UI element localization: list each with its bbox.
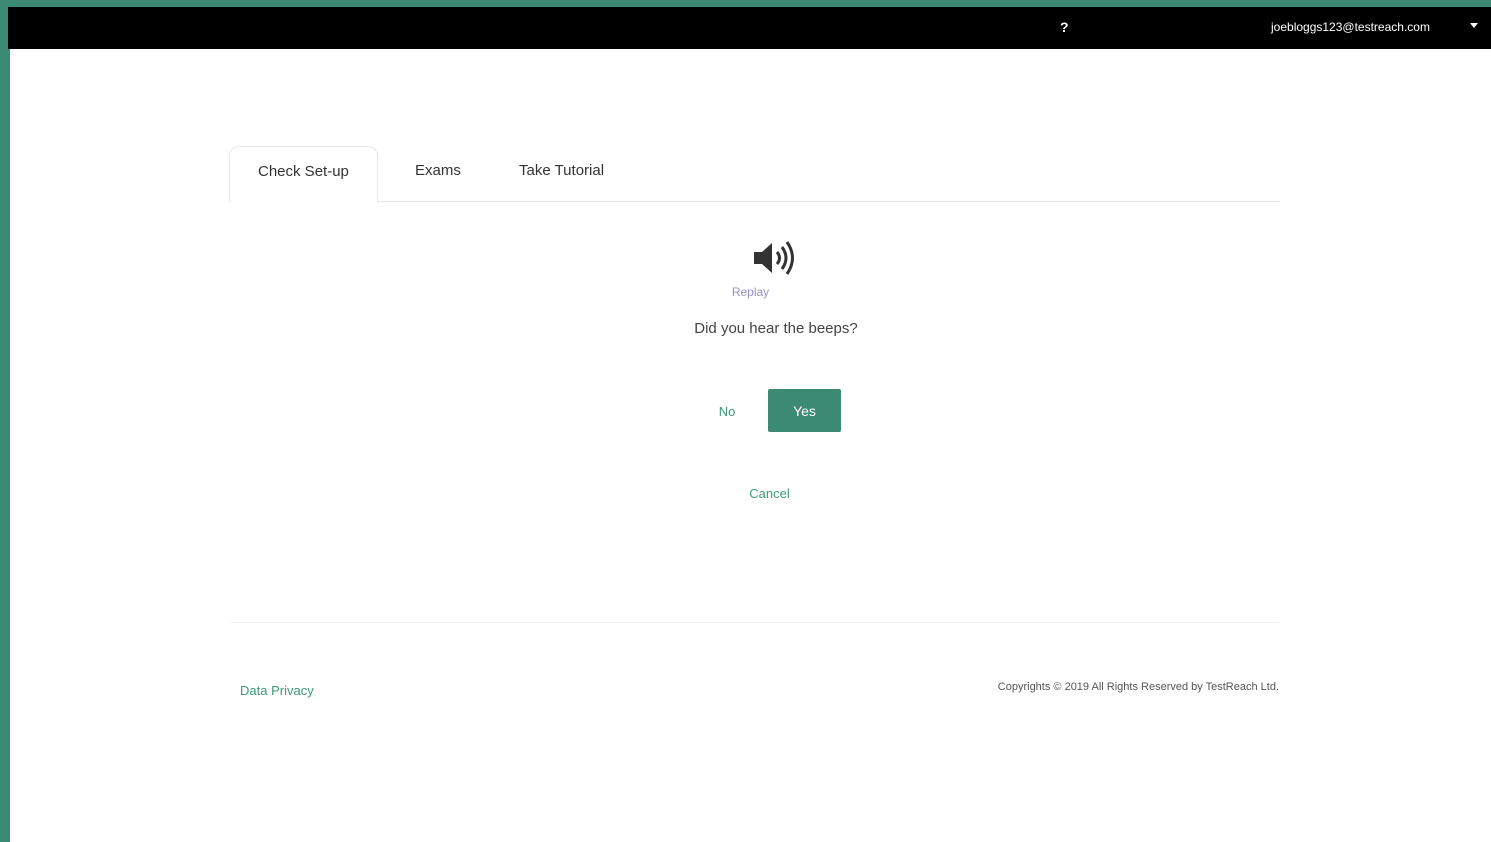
help-button[interactable]: ?: [1060, 19, 1069, 35]
no-button[interactable]: No: [712, 404, 742, 419]
tab-exams[interactable]: Exams: [387, 146, 489, 202]
data-privacy-link[interactable]: Data Privacy: [240, 683, 314, 698]
top-bar: ? joebloggs123@testreach.com: [8, 7, 1491, 49]
copyright-text: Copyrights © 2019 All Rights Reserved by…: [997, 681, 1279, 693]
beep-question: Did you hear the beeps?: [694, 320, 858, 337]
footer-divider: [231, 622, 1279, 623]
user-menu[interactable]: joebloggs123@testreach.com: [1271, 20, 1430, 34]
main-content: Check Set-up Exams Take Tutorial Replay …: [10, 49, 1491, 842]
yes-button[interactable]: Yes: [768, 389, 841, 432]
cancel-link[interactable]: Cancel: [10, 486, 1491, 501]
tab-check-setup[interactable]: Check Set-up: [229, 146, 378, 203]
chevron-down-icon[interactable]: [1470, 23, 1478, 28]
speaker-icon[interactable]: [752, 238, 802, 278]
tab-bar: Check Set-up Exams Take Tutorial: [229, 146, 1279, 203]
tab-take-tutorial[interactable]: Take Tutorial: [491, 146, 632, 202]
replay-link[interactable]: Replay: [10, 285, 1491, 299]
